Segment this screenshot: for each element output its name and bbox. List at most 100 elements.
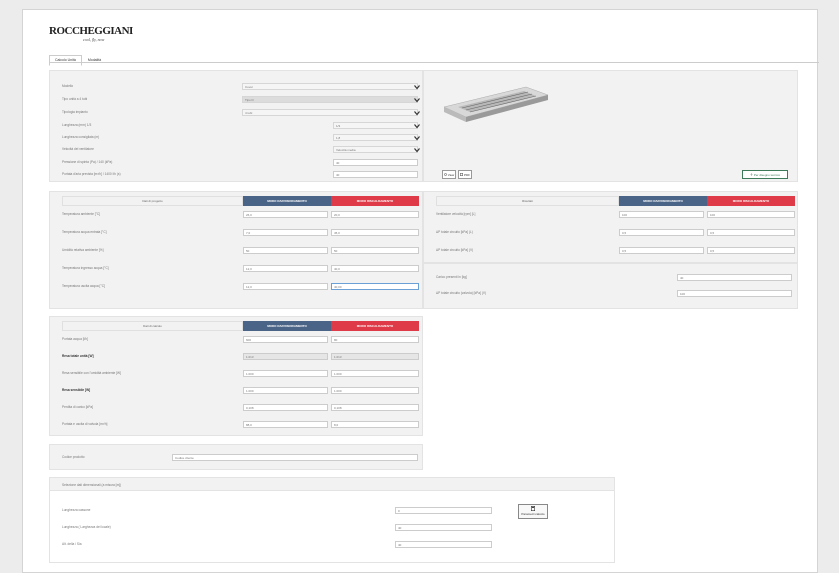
calculate-button[interactable]: Parametri calcolo [518,504,548,519]
chevron-down-icon [414,84,420,89]
airflow-input[interactable]: 40 [333,171,418,178]
results-row-winter: 0,5 [707,247,795,254]
input-row-summer[interactable]: 12,0 [243,265,328,272]
input-row-summer[interactable]: 12,0 [243,283,328,290]
pdf-button[interactable]: PDF [458,170,472,179]
results-row-label: ΔP totale circuito [kPa] (L) [436,230,473,234]
config-label-recommended: Lunghezza consigliata (m) [62,135,100,139]
config-panel: Modello Cover Tipo unità a 4 tubi Tipo D… [49,70,423,182]
results-table-panel: Risultati MODO RAFFREDDAMENTO MODO RISCA… [423,191,798,263]
input-row-label: Temperatura ambiente [°C] [62,212,101,216]
input-row-winter[interactable]: 45,0 [331,229,419,236]
config-label-type: Tipo unità a 4 tubi [62,97,88,101]
results-row-label: ΔP totale circuito [kPa] (V) [436,248,474,252]
system-select[interactable]: 4 tubi [242,109,418,116]
output-header-summer: MODO RAFFREDDAMENTO [243,321,331,331]
dimensions-title: Selezione dati dimensionali (a misura [m… [62,483,122,487]
output-row-winter: 1.000 [331,387,419,394]
calculator-icon [531,506,535,511]
dimensions-panel: Selezione dati dimensionali (a misura [m… [49,477,615,563]
brand-name: ROCCHEGGIANI [49,25,133,37]
output-row-summer: 1.000 [243,370,328,377]
dimensions-row-label: Alt. della / Sia [62,542,82,546]
results-extra-panel: Carico presenti in [kg] 40 ΔP totale cir… [423,263,798,309]
image-panel: View PDF Per disegno tecnico [423,70,798,182]
recommended-select[interactable]: 1,8 [333,134,418,141]
output-row-label: Resa sensibile [W] [62,388,91,392]
input-row-winter[interactable]: 50 [331,247,419,254]
output-row-winter: 1.000 [331,370,419,377]
results-extra-value: 40 [677,274,792,281]
output-row-summer: 0,108 [243,404,328,411]
tab-modalita[interactable]: Modalità [82,55,107,66]
chevron-down-icon [414,97,420,102]
output-row-label: Resa sensibile con l'umidità ambiente [W… [62,371,121,375]
output-row-summer: 600 [243,336,328,343]
tab-bar: Calcolo Unità Modalità [49,55,107,66]
fan-speed-select[interactable]: Velocità media [333,146,418,153]
config-label-system: Tipologia impianto [62,110,88,114]
calculate-button-label: Parametri calcolo [521,512,545,516]
input-table-header-label: Dati di progetto [62,196,243,206]
tab-calcolo[interactable]: Calcolo Unità [49,55,82,66]
pdf-button-label: PDF [464,172,470,177]
product-image [443,86,549,122]
dimensions-input[interactable]: 40 [395,541,492,548]
output-row-label: Portata e uscita di valvola [m³/h] [62,422,108,426]
output-row-winter: 0,108 [331,404,419,411]
view-button[interactable]: View [442,170,456,179]
dimensions-input[interactable]: 40 [395,524,492,531]
input-row-label: Temperatura ingresso acqua [°C] [62,266,109,270]
brand-tagline: cool, fly, now [83,37,105,42]
input-row-label: Temperatura acqua entrata [°C] [62,230,107,234]
output-row-summer: 1.013 [243,353,328,360]
model-select[interactable]: Cover [242,83,418,90]
type-select[interactable]: Tipo D [242,96,418,103]
results-header-winter: MODO RISCALDAMENTO [707,196,795,206]
output-row-winter: 8,0 [331,421,419,428]
results-extra-value: 100 [677,290,792,297]
input-table-header-summer: MODO RAFFREDDAMENTO [243,196,331,206]
input-row-winter[interactable]: 20,0 [331,211,419,218]
results-row-summer: 0,5 [619,229,704,236]
results-header-summer: MODO RAFFREDDAMENTO [619,196,707,206]
config-label-pressure: Pressione di spinta (Pa) / 140 (kPa) [62,160,113,164]
input-table-header-winter: MODO RISCALDAMENTO [331,196,419,206]
chevron-down-icon [414,123,420,128]
notes-panel: Codice prodotto Codice cliente [49,444,423,470]
download-icon [750,173,753,176]
output-header-label: Dati di calcolo [62,321,243,331]
output-row-summer: 1.000 [243,387,328,394]
config-label-length: Lunghezza (mm) 1/3 [62,123,92,127]
length-select[interactable]: 1/3 [333,122,418,129]
pressure-input[interactable]: 40 [333,159,418,166]
results-row-label: Ventilatore velocità [rpm] [L] [436,212,476,216]
output-row-winter: 1.013 [331,353,419,360]
input-row-winter[interactable]: 40,0 [331,265,419,272]
document-icon [460,173,463,176]
input-row-summer[interactable]: 7,0 [243,229,328,236]
download-drawing-button[interactable]: Per disegno tecnico [742,170,788,179]
notes-input[interactable]: Codice cliente [172,454,418,461]
input-row-summer[interactable]: 26,0 [243,211,328,218]
output-row-label: Portata acqua [l/h] [62,337,88,341]
input-row-label: Temperatura uscita acqua [°C] [62,284,105,288]
config-label-model: Modello [62,84,74,88]
eye-icon [443,173,447,176]
main-page: ROCCHEGGIANI cool, fly, now Calcolo Unit… [22,9,819,573]
config-label-fan-speed: Velocità del ventilatore [62,147,94,151]
input-table-panel: Dati di progetto MODO RAFFREDDAMENTO MOD… [49,191,423,309]
output-row-label: Resa totale unità [W] [62,354,94,358]
results-row-summer: 100 [619,211,704,218]
output-row-summer: 88,0 [243,421,328,428]
results-row-winter: 100 [707,211,795,218]
output-header-winter: MODO RISCALDAMENTO [331,321,419,331]
notes-label: Codice prodotto [62,455,85,459]
input-row-summer[interactable]: 50 [243,247,328,254]
results-extra-label: ΔP totale circuito (valvola) [kPa] (V) [436,291,487,295]
dimensions-row-label: Lunghezza ( Larghezza del locale) [62,525,111,529]
input-row-winter[interactable]: 40,00 [331,283,419,290]
dimensions-input[interactable]: 0 [395,507,492,514]
results-header-label: Risultati [436,196,619,206]
view-button-label: View [447,172,455,177]
